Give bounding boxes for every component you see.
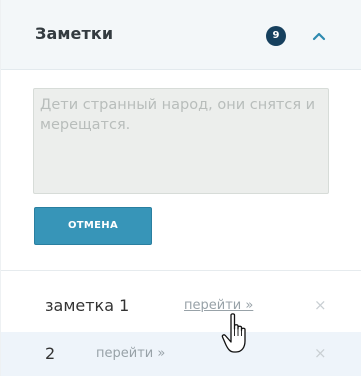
close-icon[interactable]: × [314,296,327,314]
note-title: заметка 1 [45,296,130,315]
notes-header: Заметки 9 [1,0,361,70]
note-text-input[interactable] [33,88,329,194]
note-item: 2 перейти » × [1,332,361,376]
note-goto-link[interactable]: перейти » [184,298,253,313]
divider [1,270,361,271]
chevron-up-icon [312,32,326,41]
note-item: заметка 1 перейти » × [1,284,361,328]
notes-count-badge: 9 [266,26,286,46]
collapse-button[interactable] [305,22,333,50]
notes-panel: Заметки 9 ОТМЕНА заметка 1 перейти » × 2… [0,0,361,376]
close-icon[interactable]: × [314,344,327,362]
note-title: 2 [45,344,56,363]
notes-title: Заметки [35,24,114,43]
cancel-button[interactable]: ОТМЕНА [34,207,152,245]
note-goto-link[interactable]: перейти » [96,346,165,361]
